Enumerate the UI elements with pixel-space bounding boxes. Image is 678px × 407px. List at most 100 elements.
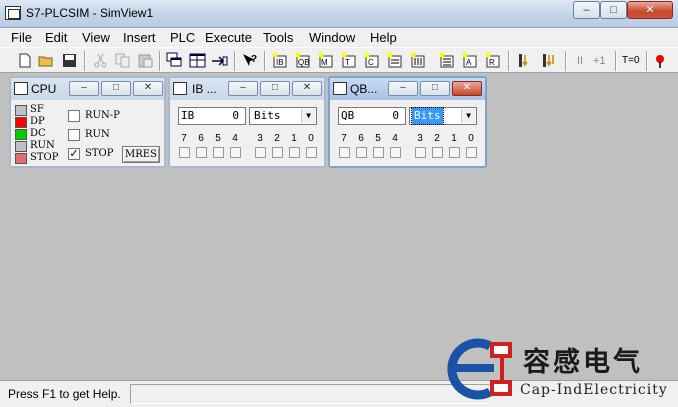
run-checkbox[interactable] xyxy=(68,129,80,141)
chevron-down-icon[interactable]: ▼ xyxy=(301,109,315,123)
save-icon[interactable] xyxy=(61,52,78,69)
help-pointer-icon[interactable]: ? xyxy=(241,52,258,69)
qb-bit-4-checkbox[interactable] xyxy=(390,147,401,158)
ib-minimize-button[interactable]: – xyxy=(228,81,258,96)
insert-counter-icon[interactable]: C xyxy=(363,52,380,69)
ib-close-button[interactable]: ✕ xyxy=(292,81,322,96)
ib-address-input[interactable]: IB 0 xyxy=(178,107,246,125)
qb-format-select[interactable]: Bits ▼ xyxy=(409,107,477,125)
title-bar: S7-PLCSIM - SimView1 – □ ✕ xyxy=(0,0,678,28)
ib-bit-1-checkbox[interactable] xyxy=(289,147,300,158)
qb-close-button[interactable]: ✕ xyxy=(452,81,482,96)
qb-format-value: Bits xyxy=(411,107,444,125)
qb-bit-1-checkbox[interactable] xyxy=(449,147,460,158)
insert-timer-icon[interactable]: T xyxy=(340,52,357,69)
menu-help[interactable]: Help xyxy=(370,30,397,45)
qb-bit-6-checkbox[interactable] xyxy=(356,147,367,158)
copy-icon[interactable] xyxy=(114,52,131,69)
cut-icon[interactable] xyxy=(92,52,109,69)
ib-window[interactable]: IB ... – □ ✕ IB 0 Bits ▼ 7 6 5 4 3 2 1 0 xyxy=(168,76,326,168)
ib-window-titlebar[interactable]: IB ... – □ ✕ xyxy=(170,78,324,100)
qb-address-prefix: QB xyxy=(341,109,355,122)
menu-window[interactable]: Window xyxy=(309,30,355,45)
ib-maximize-button[interactable]: □ xyxy=(260,81,290,96)
menu-bar: File Edit View Insert PLC Execute Tools … xyxy=(0,28,678,47)
insert-output-icon[interactable]: QB xyxy=(294,52,311,69)
qb-bit-2-checkbox[interactable] xyxy=(432,147,443,158)
insert-variable-icon[interactable] xyxy=(438,52,455,69)
ib-bit-0-checkbox[interactable] xyxy=(306,147,317,158)
menu-insert[interactable]: Insert xyxy=(123,30,156,45)
qb-maximize-button[interactable]: □ xyxy=(420,81,450,96)
toolbar-separator xyxy=(615,51,617,71)
open-folder-icon[interactable] xyxy=(38,52,55,69)
cpu-window-titlebar[interactable]: CPU – □ ✕ xyxy=(11,78,164,100)
toolbar-separator xyxy=(159,51,161,71)
minimize-button[interactable]: – xyxy=(573,1,600,19)
toolbar-separator xyxy=(264,51,266,71)
app-icon[interactable] xyxy=(5,6,21,20)
sf-led-label: SF xyxy=(30,104,44,115)
menu-execute[interactable]: Execute xyxy=(205,30,252,45)
continuous-scan-icon[interactable] xyxy=(540,52,557,69)
menu-tools[interactable]: Tools xyxy=(263,30,293,45)
insert-input-icon[interactable]: IB xyxy=(271,52,288,69)
close-button[interactable]: ✕ xyxy=(627,1,673,19)
insert-accumulator-icon[interactable]: A xyxy=(461,52,478,69)
dc-led xyxy=(15,129,27,140)
stop-checkbox[interactable]: ✓ xyxy=(68,148,80,160)
cpu-maximize-button[interactable]: □ xyxy=(101,81,131,96)
qb-bit-5-checkbox[interactable] xyxy=(373,147,384,158)
window-title: S7-PLCSIM - SimView1 xyxy=(26,6,154,20)
reset-timers-button[interactable]: T=0 xyxy=(622,55,640,66)
arrange-icon[interactable] xyxy=(211,52,228,69)
menu-edit[interactable]: Edit xyxy=(45,30,67,45)
single-scan-icon[interactable] xyxy=(516,52,533,69)
ib-bit-2-checkbox[interactable] xyxy=(272,147,283,158)
paste-icon[interactable] xyxy=(137,52,154,69)
insert-generic-icon[interactable] xyxy=(386,52,403,69)
watermark-logo: 容感电气 Cap-IndElectricity xyxy=(440,338,676,404)
ib-bit-6-checkbox[interactable] xyxy=(196,147,207,158)
toolbar-separator xyxy=(646,51,648,71)
ib-bit-label: 3 xyxy=(257,133,263,144)
stop-led xyxy=(15,153,27,164)
run-p-checkbox[interactable] xyxy=(68,110,80,122)
qb-address-input[interactable]: QB 0 xyxy=(338,107,406,125)
qb-bit-7-checkbox[interactable] xyxy=(339,147,350,158)
maximize-button[interactable]: □ xyxy=(600,1,627,19)
ib-format-select[interactable]: Bits ▼ xyxy=(249,107,317,125)
qb-bit-label: 6 xyxy=(358,133,364,144)
cpu-window[interactable]: CPU – □ ✕ SF DP DC RUN STOP RUN-P RUN ✓ … xyxy=(9,76,166,168)
sf-led xyxy=(15,105,27,116)
insert-register-icon[interactable]: R xyxy=(484,52,501,69)
qb-bit-0-checkbox[interactable] xyxy=(466,147,477,158)
toolbar-separator xyxy=(508,51,510,71)
insert-bit-memory-icon[interactable]: M xyxy=(317,52,334,69)
chevron-down-icon[interactable]: ▼ xyxy=(461,109,475,123)
new-file-icon[interactable] xyxy=(16,52,33,69)
cascade-windows-icon[interactable] xyxy=(166,52,183,69)
menu-file[interactable]: File xyxy=(11,30,32,45)
qb-bit-3-checkbox[interactable] xyxy=(415,147,426,158)
cpu-close-button[interactable]: ✕ xyxy=(133,81,163,96)
next-scan-button[interactable]: +1 xyxy=(593,55,606,67)
menu-plc[interactable]: PLC xyxy=(170,30,195,45)
qb-window[interactable]: QB... – □ ✕ QB 0 Bits ▼ 7 6 5 4 3 2 1 0 xyxy=(328,76,487,168)
qb-window-titlebar[interactable]: QB... – □ ✕ xyxy=(330,78,485,100)
ib-bit-3-checkbox[interactable] xyxy=(255,147,266,158)
qb-minimize-button[interactable]: – xyxy=(388,81,418,96)
mres-button[interactable]: MRES xyxy=(122,146,160,163)
ib-bit-4-checkbox[interactable] xyxy=(230,147,241,158)
pause-button[interactable]: II xyxy=(577,55,583,67)
breakpoint-icon[interactable] xyxy=(653,52,670,69)
tile-windows-icon[interactable] xyxy=(189,52,206,69)
cpu-minimize-button[interactable]: – xyxy=(69,81,99,96)
insert-vertical-bits-icon[interactable] xyxy=(409,52,426,69)
ib-bit-5-checkbox[interactable] xyxy=(213,147,224,158)
ib-bit-label: 7 xyxy=(181,133,187,144)
ib-bit-7-checkbox[interactable] xyxy=(179,147,190,158)
mdi-client-area: CPU – □ ✕ SF DP DC RUN STOP RUN-P RUN ✓ … xyxy=(0,74,678,380)
menu-view[interactable]: View xyxy=(82,30,110,45)
status-pane xyxy=(130,384,490,404)
